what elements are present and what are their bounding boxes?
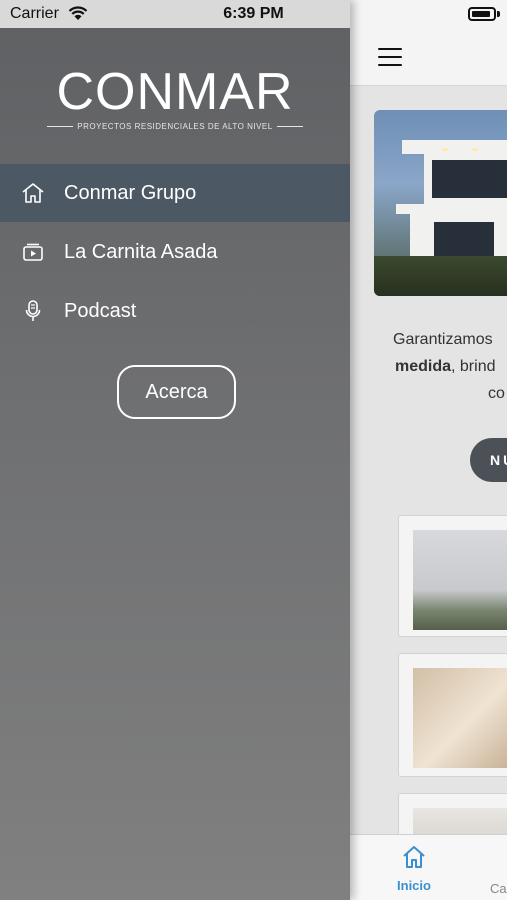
logo-brand: CONMAR [56,63,294,121]
conmar-logo: CONMAR PROYECTOS RESIDENCIALES DE ALTO N… [0,64,350,131]
intro-line-1: Garantizamos [393,331,493,348]
about-button[interactable]: Acerca [117,365,236,419]
video-player-icon [20,239,46,265]
tab-inicio-label: Inicio [397,878,431,893]
menu-item-label: Podcast [64,299,137,322]
main-screen: Garantizamos medida, brind co NU Inicio … [350,0,507,900]
menu-item-label: Conmar Grupo [64,181,197,204]
menu-item-conmar-grupo[interactable]: Conmar Grupo [0,164,350,222]
card-image [413,530,507,630]
tab-bar: Inicio Ca [350,834,507,900]
microphone-icon [20,298,46,324]
status-time: 6:39 PM [223,5,284,22]
hamburger-menu-icon[interactable] [378,48,402,66]
project-card[interactable] [398,653,507,777]
nav-bar [350,28,507,86]
card-image [413,668,507,768]
intro-line-2: , brind [451,358,496,375]
side-drawer: Carrier CONMAR PROYECTOS RESIDENCIALES D… [0,0,350,900]
intro-bold-word: medida [395,358,452,375]
hero-image [374,110,507,296]
menu-item-la-carnita-asada[interactable]: La Carnita Asada [0,223,350,281]
home-icon [403,846,425,868]
tab-second-label[interactable]: Ca [490,881,507,896]
menu-item-label: La Carnita Asada [64,240,218,263]
tab-inicio[interactable]: Inicio [386,845,442,893]
project-card[interactable] [398,515,507,637]
section-button[interactable]: NU [470,438,507,482]
intro-line-3: co [488,385,505,402]
menu-item-podcast[interactable]: Podcast [0,282,350,340]
home-icon [20,180,46,206]
logo-tagline: PROYECTOS RESIDENCIALES DE ALTO NIVEL [77,122,273,131]
